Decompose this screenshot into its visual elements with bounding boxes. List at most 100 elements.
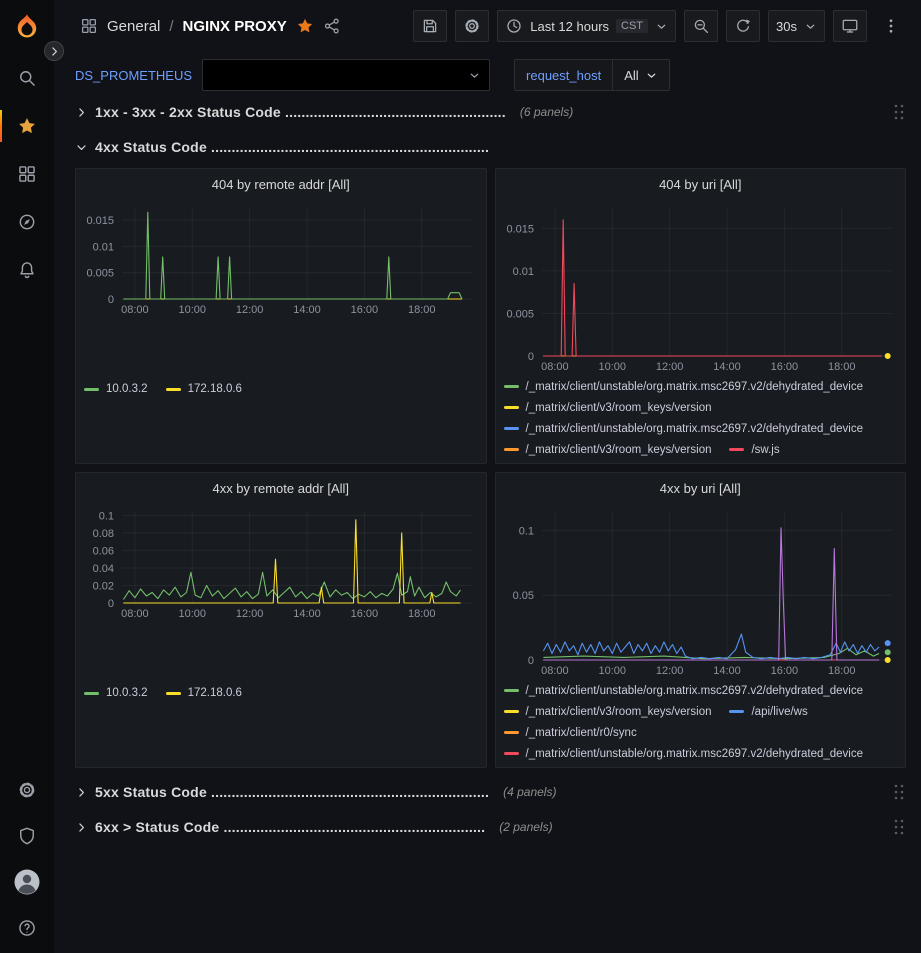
more-options-button[interactable] xyxy=(875,10,907,42)
request-host-label: request_host xyxy=(526,68,601,83)
legend-item[interactable]: /_matrix/client/unstable/org.matrix.msc2… xyxy=(504,423,864,435)
chevron-down-icon xyxy=(468,69,481,82)
row-drag-handle[interactable] xyxy=(892,103,906,121)
sidebar-item-configuration[interactable] xyxy=(0,767,54,813)
cycle-view-mode-button[interactable] xyxy=(833,10,867,42)
dashboard-settings-button[interactable] xyxy=(455,10,489,42)
legend-item[interactable]: /_matrix/client/v3/room_keys/version xyxy=(504,444,712,456)
panel-404-by-remote-addr: 404 by remote addr [All] 08:0010:0012:00… xyxy=(75,168,487,464)
svg-text:16:00: 16:00 xyxy=(770,361,798,373)
legend-series-label: /_matrix/client/unstable/org.matrix.msc2… xyxy=(526,381,864,393)
legend-series-marker xyxy=(84,692,99,695)
legend-series-label: /_matrix/client/unstable/org.matrix.msc2… xyxy=(526,685,864,697)
zoom-out-icon xyxy=(692,17,710,35)
chevron-right-icon xyxy=(75,786,88,799)
legend-item[interactable]: /_matrix/client/v3/room_keys/version xyxy=(504,706,712,718)
sidebar-expand-button[interactable] xyxy=(44,41,64,61)
legend-series-label: /_matrix/client/unstable/org.matrix.msc2… xyxy=(526,423,864,435)
row-drag-handle[interactable] xyxy=(892,818,906,836)
legend-item[interactable]: /_matrix/client/unstable/org.matrix.msc2… xyxy=(504,748,864,760)
legend-series-marker xyxy=(504,406,519,409)
svg-text:08:00: 08:00 xyxy=(121,608,149,620)
favorite-star-icon[interactable] xyxy=(296,17,314,35)
variable-label-request-host[interactable]: request_host xyxy=(514,59,612,91)
legend-item[interactable]: 10.0.3.2 xyxy=(84,383,148,395)
request-host-select[interactable]: All xyxy=(612,59,669,91)
time-range-picker[interactable]: Last 12 hours CST xyxy=(497,10,676,42)
panels-grid: 404 by remote addr [All] 08:0010:0012:00… xyxy=(75,168,906,768)
dashboard-grid-icon xyxy=(80,17,98,35)
svg-text:0.06: 0.06 xyxy=(93,545,114,557)
svg-text:0.005: 0.005 xyxy=(86,268,114,280)
sidebar-item-explore[interactable] xyxy=(0,198,54,246)
sidebar-item-help[interactable] xyxy=(0,905,54,951)
legend-series-label: 172.18.0.6 xyxy=(188,383,242,395)
dashboard-title[interactable]: NGINX PROXY xyxy=(183,18,287,35)
timeseries-chart[interactable]: 08:0010:0012:0014:0016:0018:0000.050.1 xyxy=(496,503,906,679)
refresh-interval-select[interactable]: 30s xyxy=(768,10,825,42)
row-drag-handle[interactable] xyxy=(892,783,906,801)
sidebar-item-dashboards[interactable] xyxy=(0,150,54,198)
row-4xx-status-code[interactable]: 4xx Status Code ........................… xyxy=(75,133,906,161)
drag-handle-icon xyxy=(892,818,906,836)
share-icon[interactable] xyxy=(323,17,341,35)
svg-text:12:00: 12:00 xyxy=(236,304,264,316)
datasource-select[interactable] xyxy=(202,59,490,91)
legend-series-label: /_matrix/client/v3/room_keys/version xyxy=(526,402,712,414)
sidebar-item-server-admin[interactable] xyxy=(0,813,54,859)
row-title: 4xx Status Code ........................… xyxy=(95,139,489,155)
main-area: General / NGINX PROXY Last 12 hours CST xyxy=(54,0,921,953)
row-6xx-status-code[interactable]: 6xx > Status Code ......................… xyxy=(75,813,906,841)
chevron-down-icon xyxy=(645,69,658,82)
timeseries-chart[interactable]: 08:0010:0012:0014:0016:0018:0000.0050.01… xyxy=(76,199,486,378)
legend-item[interactable]: 10.0.3.2 xyxy=(84,687,148,699)
svg-text:18:00: 18:00 xyxy=(408,304,436,316)
save-icon xyxy=(421,17,439,35)
legend-item[interactable]: /api/live/ws xyxy=(729,706,807,718)
svg-text:0: 0 xyxy=(527,351,533,363)
save-dashboard-button[interactable] xyxy=(413,10,447,42)
svg-text:10:00: 10:00 xyxy=(598,361,626,373)
panel-title[interactable]: 404 by remote addr [All] xyxy=(76,169,486,199)
legend-item[interactable]: /_matrix/client/unstable/org.matrix.msc2… xyxy=(504,685,864,697)
search-icon xyxy=(17,68,37,88)
legend-series-marker xyxy=(504,448,519,451)
row-1xx-3xx-2xx-status-code[interactable]: 1xx - 3xx - 2xx Status Code ............… xyxy=(75,98,906,126)
sidebar-item-alerting[interactable] xyxy=(0,246,54,294)
chevron-down-icon xyxy=(804,20,817,33)
sidebar-item-profile[interactable] xyxy=(0,859,54,905)
panel-title[interactable]: 4xx by uri [All] xyxy=(496,473,906,503)
sidebar-item-starred[interactable] xyxy=(0,102,54,150)
breadcrumb-folder[interactable]: General xyxy=(107,18,160,35)
legend-item[interactable]: /_matrix/client/r0/sync xyxy=(504,727,637,739)
svg-text:0.01: 0.01 xyxy=(93,241,114,253)
legend-series-marker xyxy=(504,752,519,755)
legend-item[interactable]: /_matrix/client/unstable/org.matrix.msc2… xyxy=(504,381,864,393)
legend-series-label: /_matrix/client/v3/room_keys/version xyxy=(526,706,712,718)
sidebar-item-search[interactable] xyxy=(0,54,54,102)
panel-title[interactable]: 4xx by remote addr [All] xyxy=(76,473,486,503)
panel-title[interactable]: 404 by uri [All] xyxy=(496,169,906,199)
legend-item[interactable]: /sw.js xyxy=(729,444,779,456)
timeseries-chart[interactable]: 08:0010:0012:0014:0016:0018:0000.020.040… xyxy=(76,503,486,682)
panel-legend: /_matrix/client/unstable/org.matrix.msc2… xyxy=(496,375,906,463)
svg-text:12:00: 12:00 xyxy=(655,665,683,677)
legend-series-label: /_matrix/client/r0/sync xyxy=(526,727,637,739)
legend-item[interactable]: /_matrix/client/v3/room_keys/version xyxy=(504,402,712,414)
zoom-out-time-button[interactable] xyxy=(684,10,718,42)
legend-row: /_matrix/client/r0/sync xyxy=(504,722,898,743)
legend-series-marker xyxy=(729,448,744,451)
legend-series-label: 172.18.0.6 xyxy=(188,687,242,699)
refresh-button[interactable] xyxy=(726,10,760,42)
row-5xx-status-code[interactable]: 5xx Status Code ........................… xyxy=(75,778,906,806)
legend-item[interactable]: 172.18.0.6 xyxy=(166,687,242,699)
legend-series-label: /api/live/ws xyxy=(751,706,807,718)
legend-row: 10.0.3.2 172.18.0.6 xyxy=(84,379,478,400)
timeseries-chart[interactable]: 08:0010:0012:0014:0016:0018:0000.0050.01… xyxy=(496,199,906,375)
panel-legend: /_matrix/client/unstable/org.matrix.msc2… xyxy=(496,679,906,767)
gear-icon xyxy=(463,17,481,35)
bell-icon xyxy=(17,260,37,280)
legend-series-marker xyxy=(84,388,99,391)
legend-item[interactable]: 172.18.0.6 xyxy=(166,383,242,395)
clock-icon xyxy=(505,17,523,35)
